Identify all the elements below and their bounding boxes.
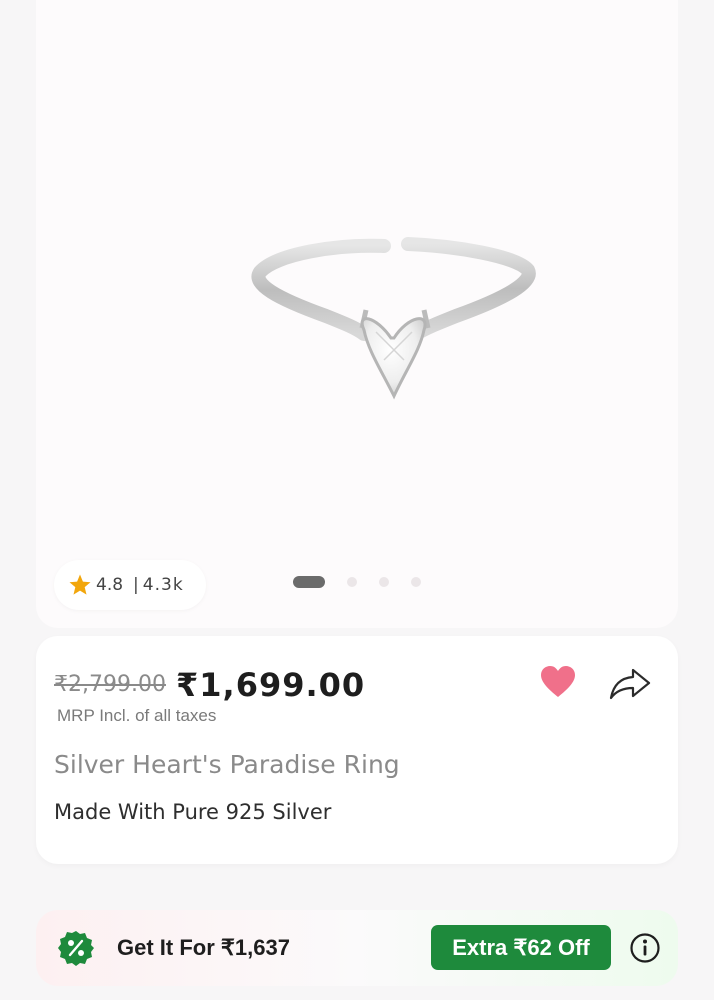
selling-price: ₹1,699.00 [176,666,366,704]
heart-icon [541,666,575,697]
carousel-dot[interactable] [411,577,421,587]
product-info-card: ₹2,799.00 ₹1,699.00 MRP Incl. of all tax… [36,636,678,864]
offer-bar[interactable]: Get It For ₹1,637 Extra ₹62 Off [36,910,678,986]
carousel-dot[interactable] [379,577,389,587]
mrp-note: MRP Incl. of all taxes [57,706,217,725]
info-icon[interactable] [629,932,661,964]
share-button[interactable] [608,664,652,704]
product-image-gallery[interactable]: 4.8 | 4.3k [36,0,678,628]
carousel-indicator[interactable] [293,576,421,588]
carousel-dot[interactable] [347,577,357,587]
product-image[interactable] [216,220,556,420]
carousel-dot-active[interactable] [293,576,325,588]
star-icon [69,574,91,595]
rating-value: 4.8 [96,575,124,595]
rating-chip[interactable]: 4.8 | 4.3k [54,560,206,610]
rating-separator: | [133,575,139,595]
product-title: Silver Heart's Paradise Ring [54,750,400,779]
extra-off-button[interactable]: Extra ₹62 Off [431,925,611,970]
wishlist-button[interactable] [538,662,578,702]
percent-badge-icon [58,931,94,966]
mrp-strikethrough: ₹2,799.00 [54,672,166,697]
share-arrow-icon [609,668,651,700]
product-subtitle: Made With Pure 925 Silver [54,800,332,824]
offer-text: Get It For ₹1,637 [117,935,290,960]
review-count: 4.3k [142,575,184,595]
